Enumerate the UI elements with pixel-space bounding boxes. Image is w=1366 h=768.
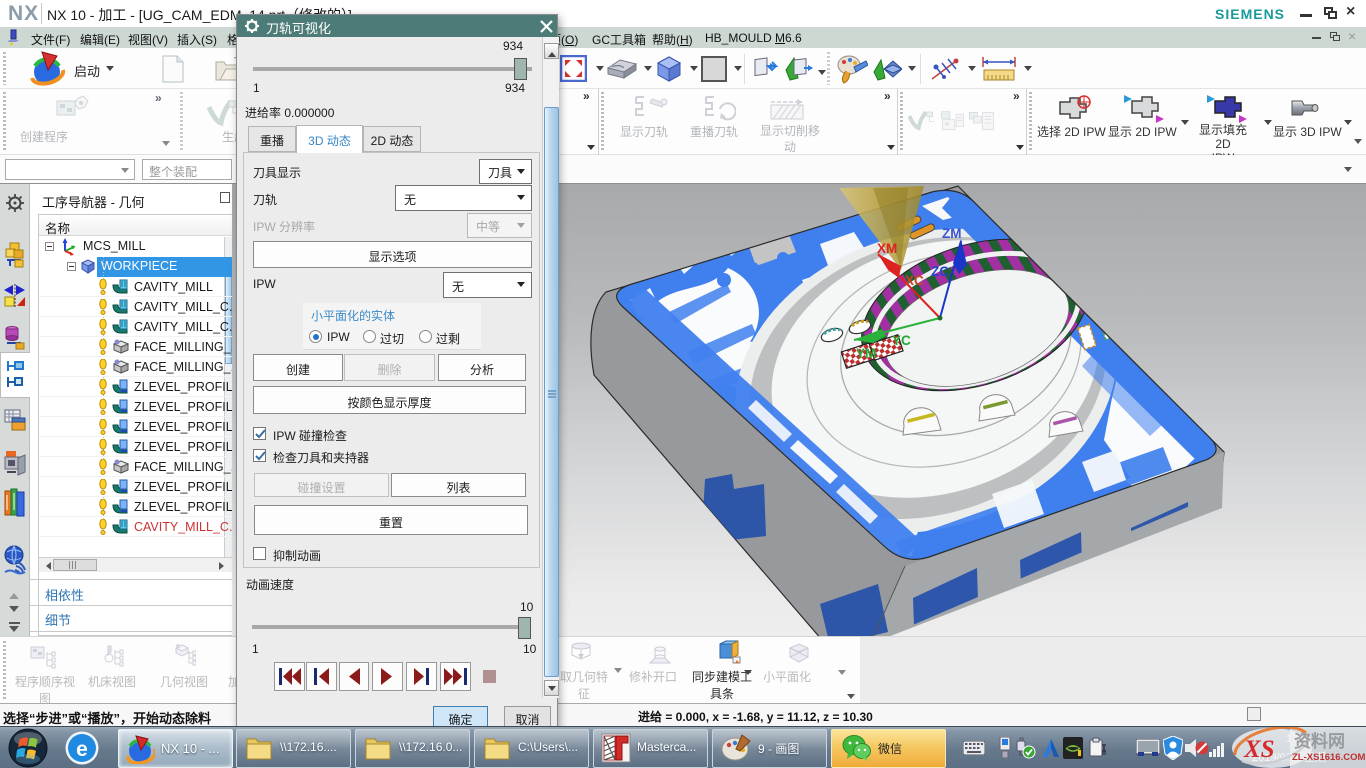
svg-text:ZL-XS1616.COM: ZL-XS1616.COM: [1292, 752, 1365, 763]
svg-text:XC: XC: [905, 273, 924, 288]
svg-text:ZC: ZC: [931, 264, 949, 279]
svg-text:资料网: 资料网: [1294, 731, 1345, 751]
svg-text:XS: XS: [1243, 736, 1275, 763]
svg-text:YC: YC: [892, 333, 911, 348]
svg-text:XM: XM: [877, 241, 897, 256]
svg-text:ZM: ZM: [942, 226, 962, 241]
svg-text:YM: YM: [856, 346, 876, 361]
svg-text:e: e: [76, 738, 88, 761]
